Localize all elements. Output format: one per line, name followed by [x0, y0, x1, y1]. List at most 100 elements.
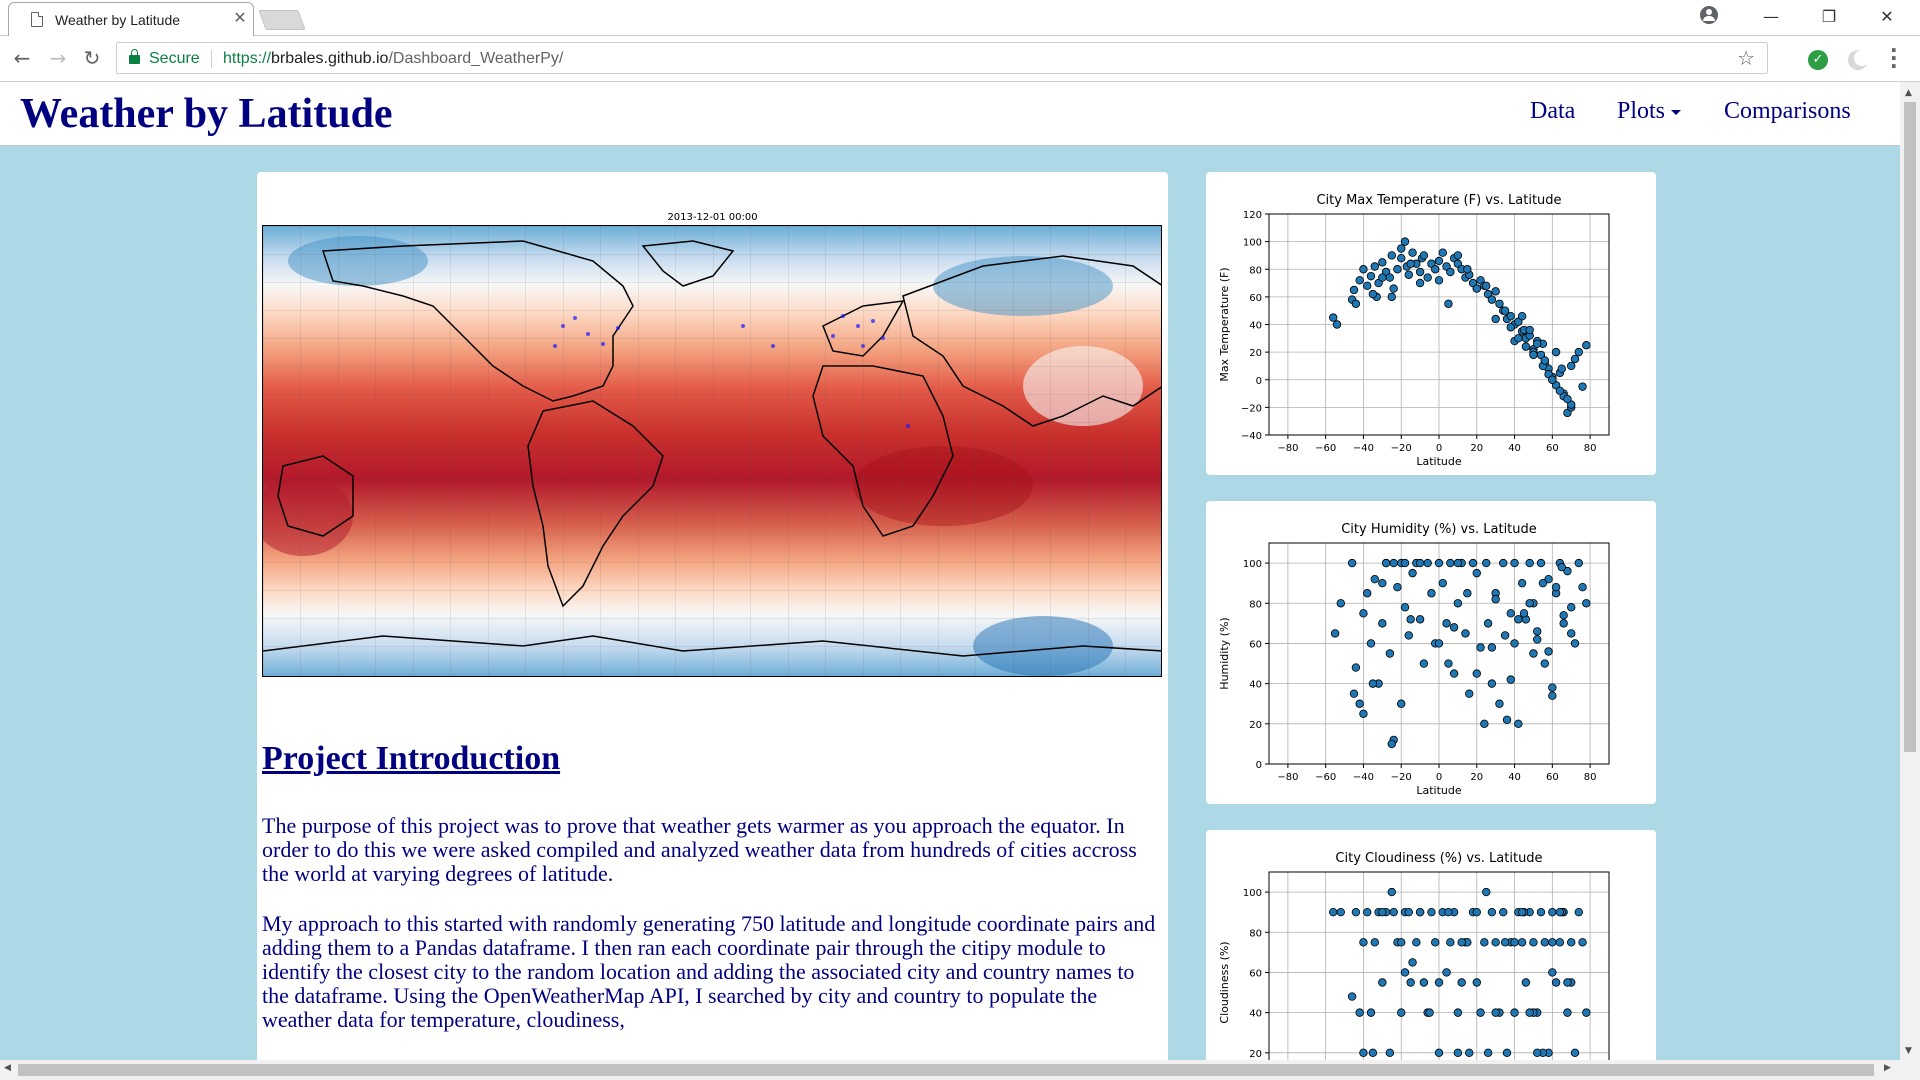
x-tick-label: 60 — [1546, 443, 1559, 454]
nav-comparisons-link[interactable]: Comparisons — [1724, 98, 1851, 125]
x-tick-label: 0 — [1436, 772, 1442, 783]
back-icon[interactable]: ← — [8, 44, 36, 72]
y-tick-label: 20 — [1249, 348, 1262, 359]
extension-icon[interactable] — [1848, 50, 1870, 70]
data-point — [1521, 342, 1531, 351]
vertical-scroll-thumb[interactable] — [1904, 102, 1916, 752]
y-tick-label: 20 — [1249, 720, 1262, 731]
close-icon[interactable]: ✕ — [231, 9, 249, 27]
data-point — [1525, 1008, 1534, 1017]
intro-paragraph-1: The purpose of this project was to prove… — [262, 813, 1137, 886]
scroll-down-icon[interactable]: ▼ — [1905, 1046, 1912, 1056]
data-point — [1366, 1008, 1376, 1017]
y-tick-label: 20 — [1249, 1049, 1262, 1060]
data-point — [1381, 558, 1391, 568]
data-point — [1533, 635, 1542, 644]
data-point — [1578, 382, 1587, 391]
data-point — [1453, 599, 1463, 608]
scroll-up-icon[interactable]: ▲ — [1905, 88, 1912, 98]
extension-check-icon[interactable]: ✓ — [1808, 50, 1828, 70]
data-point — [1500, 306, 1510, 315]
window-close-icon[interactable]: ✕ — [1864, 4, 1910, 30]
data-point — [1408, 958, 1417, 967]
data-point — [1525, 558, 1534, 568]
data-point — [1536, 558, 1546, 568]
data-point — [1502, 715, 1512, 724]
data-point — [1336, 907, 1345, 917]
profile-icon[interactable] — [1700, 6, 1718, 24]
horizontal-scrollbar[interactable]: ◀ ▶ — [0, 1060, 1920, 1080]
data-point — [1415, 558, 1425, 568]
data-point — [1434, 978, 1444, 987]
data-point — [1582, 341, 1591, 350]
new-tab-button[interactable] — [258, 10, 306, 30]
data-point — [1366, 271, 1376, 281]
data-point — [1578, 582, 1587, 592]
data-point — [1480, 719, 1489, 729]
data-point — [1521, 978, 1531, 987]
forward-icon[interactable]: → — [44, 44, 72, 72]
nav-plots-dropdown[interactable]: Plots — [1617, 98, 1682, 125]
humidity-scatter-plot: City Humidity (%) vs. Latitude −80 −60 −40 −… — [1218, 522, 1610, 797]
data-point — [1457, 938, 1466, 947]
url-text[interactable]: https://brbales.github.io/Dashboard_Weat… — [223, 50, 563, 68]
data-point — [1412, 938, 1421, 947]
temperature-plot-card[interactable]: City Max Temperature (F) vs. Latitude −80… — [1206, 172, 1656, 475]
nav-data-link[interactable]: Data — [1530, 98, 1575, 125]
data-point — [1502, 1048, 1512, 1058]
data-point — [1393, 265, 1402, 274]
data-point — [1446, 267, 1455, 277]
vertical-scrollbar[interactable]: ▲ ▼ — [1900, 82, 1920, 1060]
data-point — [1329, 907, 1338, 917]
data-point — [1457, 978, 1466, 987]
data-point — [1487, 907, 1497, 917]
data-point — [1491, 595, 1500, 604]
data-point — [1408, 568, 1417, 578]
data-point — [1329, 313, 1338, 322]
data-point — [1491, 287, 1500, 296]
data-point — [1540, 659, 1549, 668]
x-tick-label: −20 — [1391, 772, 1412, 783]
data-point — [1574, 558, 1583, 568]
data-point — [1482, 281, 1491, 291]
restore-icon[interactable]: ❐ — [1806, 4, 1852, 30]
data-point — [1555, 386, 1565, 395]
star-icon[interactable]: ☆ — [1737, 46, 1755, 70]
address-bar[interactable]: Secure https://brbales.github.io/Dashboa… — [116, 42, 1768, 74]
data-point — [1419, 659, 1429, 668]
data-point — [1442, 968, 1451, 977]
humidity-plot-card[interactable]: City Humidity (%) vs. Latitude −80 −60 −40 −… — [1206, 501, 1656, 804]
data-point — [1387, 739, 1396, 749]
data-point — [1517, 938, 1527, 947]
data-point — [1544, 647, 1553, 656]
data-point — [1385, 1048, 1395, 1058]
data-point — [1472, 669, 1481, 678]
y-tick-label: 0 — [1256, 376, 1262, 387]
data-point — [1567, 361, 1576, 371]
data-point — [1359, 609, 1368, 618]
scroll-left-icon[interactable]: ◀ — [4, 1063, 11, 1073]
data-point — [1425, 1008, 1434, 1017]
data-point — [1453, 1008, 1463, 1017]
data-point — [1482, 558, 1491, 568]
x-axis-label: Latitude — [1416, 455, 1462, 468]
cloudiness-plot-card[interactable]: City Cloudiness (%) vs. Latitude−80−60−4… — [1206, 830, 1656, 1060]
plot-title: City Cloudiness (%) vs. Latitude — [1335, 851, 1542, 866]
tab-title: Weather by Latitude — [55, 12, 181, 28]
browser-tab[interactable]: Weather by Latitude ✕ — [8, 2, 254, 36]
data-point — [1468, 558, 1478, 568]
data-point — [1378, 578, 1387, 588]
scroll-right-icon[interactable]: ▶ — [1884, 1063, 1891, 1073]
data-point — [1370, 262, 1379, 271]
horizontal-scroll-thumb[interactable] — [18, 1064, 1874, 1076]
x-tick-label: 60 — [1546, 772, 1559, 783]
minimize-icon[interactable]: — — [1748, 4, 1794, 30]
data-point — [1406, 259, 1415, 268]
data-point — [1397, 938, 1406, 947]
data-point — [1363, 281, 1372, 291]
reload-icon[interactable]: ↻ — [78, 44, 106, 72]
data-point — [1397, 253, 1406, 263]
y-tick-label: 0 — [1256, 760, 1262, 771]
menu-icon[interactable]: · · · — [1890, 40, 1898, 76]
site-brand[interactable]: Weather by Latitude — [20, 90, 393, 138]
